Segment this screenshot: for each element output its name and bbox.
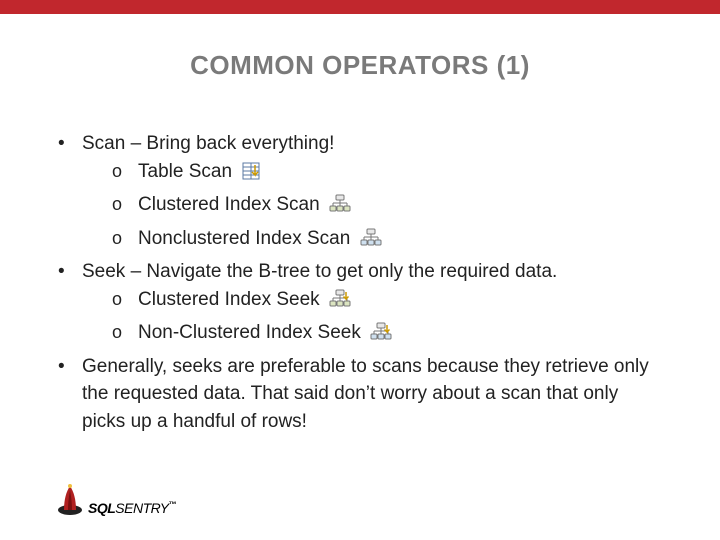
bullet-text: Seek – Navigate the B-tree to get only t… [82, 261, 557, 282]
sub-bullet-marker: o [112, 286, 122, 312]
logo-text: SQLSENTRY™ [88, 500, 176, 516]
sub-bullet-marker: o [112, 158, 122, 184]
accent-bar [0, 0, 720, 14]
nonclustered-index-scan-icon [360, 228, 382, 257]
sub-item-label: Clustered Index Scan [138, 194, 320, 215]
slide: COMMON OPERATORS (1) Scan – Bring back e… [0, 0, 720, 540]
sub-bullet-marker: o [112, 191, 122, 217]
sub-list-scan: o Table Scan [82, 158, 666, 257]
nonclustered-index-seek-icon [370, 322, 392, 351]
trademark-symbol: ™ [169, 500, 177, 509]
sub-item-label: Clustered Index Seek [138, 289, 320, 310]
bullet-seek: Seek – Navigate the B-tree to get only t… [56, 258, 666, 351]
slide-title: COMMON OPERATORS (1) [0, 50, 720, 81]
logo-text-sentry: SENTRY [115, 500, 168, 516]
bullet-scan: Scan – Bring back everything! o Table Sc… [56, 130, 666, 256]
sub-item-clustered-seek: o Clustered Index Seek [112, 286, 666, 318]
sub-item-nonclustered-scan: o Nonclustered Index Scan [112, 225, 666, 257]
sub-list-seek: o Clustered Index Seek [82, 286, 666, 351]
sub-bullet-marker: o [112, 319, 122, 345]
bullet-summary: Generally, seeks are preferable to scans… [56, 353, 666, 436]
content-area: Scan – Bring back everything! o Table Sc… [56, 130, 666, 437]
clustered-index-scan-icon [329, 194, 351, 223]
sub-bullet-marker: o [112, 225, 122, 251]
bullet-text: Scan – Bring back everything! [82, 133, 334, 154]
table-scan-icon [241, 161, 261, 190]
sub-item-label: Table Scan [138, 161, 232, 182]
sub-item-table-scan: o Table Scan [112, 158, 666, 190]
bullet-list: Scan – Bring back everything! o Table Sc… [56, 130, 666, 435]
sub-item-nonclustered-seek: o Non-Clustered Index Seek [112, 319, 666, 351]
sub-item-label: Nonclustered Index Scan [138, 228, 350, 249]
sub-item-label: Non-Clustered Index Seek [138, 322, 361, 343]
brand-logo: SQLSENTRY™ [56, 480, 176, 516]
bullet-text: Generally, seeks are preferable to scans… [82, 356, 649, 432]
logo-text-sql: SQL [88, 500, 115, 516]
sub-item-clustered-scan: o Clustered Index Scan [112, 191, 666, 223]
logo-mark-icon [56, 480, 84, 516]
clustered-index-seek-icon [329, 289, 351, 318]
